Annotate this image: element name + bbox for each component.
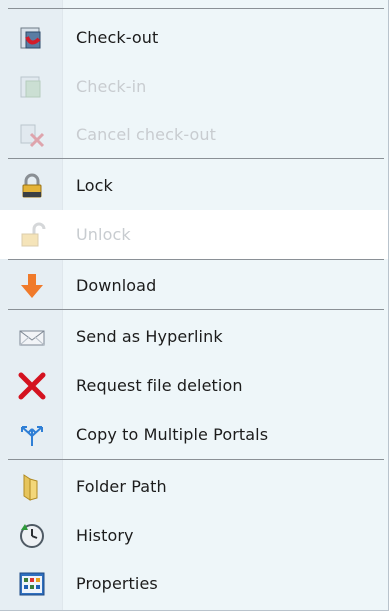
menu-item-download[interactable]: Download: [0, 261, 388, 310]
menu-item-label: Send as Hyperlink: [76, 327, 223, 346]
menu-item-copy-to-multiple-portals[interactable]: Copy to Multiple Portals: [0, 410, 388, 459]
menu-item-label: History: [76, 526, 134, 545]
menu-item-history[interactable]: History: [0, 511, 388, 560]
checkout-icon: [17, 23, 47, 53]
separator: [8, 8, 384, 9]
unlock-icon: [17, 220, 47, 250]
separator: [8, 309, 384, 310]
red-x-icon: [17, 371, 47, 401]
lock-icon: [17, 171, 47, 201]
cancel-checkout-icon: [17, 120, 47, 150]
checkin-icon: [17, 72, 47, 102]
menu-item-lock[interactable]: Lock: [0, 161, 388, 210]
context-menu: Check-out Check-in Cancel check-out Lock…: [0, 0, 389, 611]
menu-item-label: Folder Path: [76, 477, 167, 496]
menu-item-label: Copy to Multiple Portals: [76, 425, 269, 444]
menu-item-label: Properties: [76, 574, 158, 593]
menu-item-label: Check-in: [76, 77, 147, 96]
menu-item-folder-path[interactable]: Folder Path: [0, 462, 388, 511]
download-arrow-icon: [17, 271, 47, 301]
separator: [8, 259, 384, 260]
menu-item-properties[interactable]: Properties: [0, 559, 388, 608]
folder-icon: [17, 472, 47, 502]
menu-item-label: Request file deletion: [76, 376, 243, 395]
menu-item-request-file-deletion[interactable]: Request file deletion: [0, 361, 388, 410]
menu-item-label: Lock: [76, 176, 113, 195]
menu-item-label: Unlock: [76, 225, 131, 244]
menu-item-unlock: Unlock: [0, 210, 388, 259]
envelope-icon: [17, 322, 47, 352]
clock-icon: [17, 521, 47, 551]
separator: [8, 158, 384, 159]
menu-item-check-in: Check-in: [0, 62, 388, 111]
menu-item-check-out[interactable]: Check-out: [0, 13, 388, 62]
properties-grid-icon: [17, 569, 47, 599]
menu-item-label: Cancel check-out: [76, 125, 217, 144]
menu-item-cancel-check-out: Cancel check-out: [0, 110, 388, 159]
menu-item-label: Check-out: [76, 28, 159, 47]
separator: [8, 459, 384, 460]
menu-item-label: Download: [76, 276, 157, 295]
multi-arrow-icon: [17, 420, 47, 450]
menu-item-send-as-hyperlink[interactable]: Send as Hyperlink: [0, 312, 388, 361]
